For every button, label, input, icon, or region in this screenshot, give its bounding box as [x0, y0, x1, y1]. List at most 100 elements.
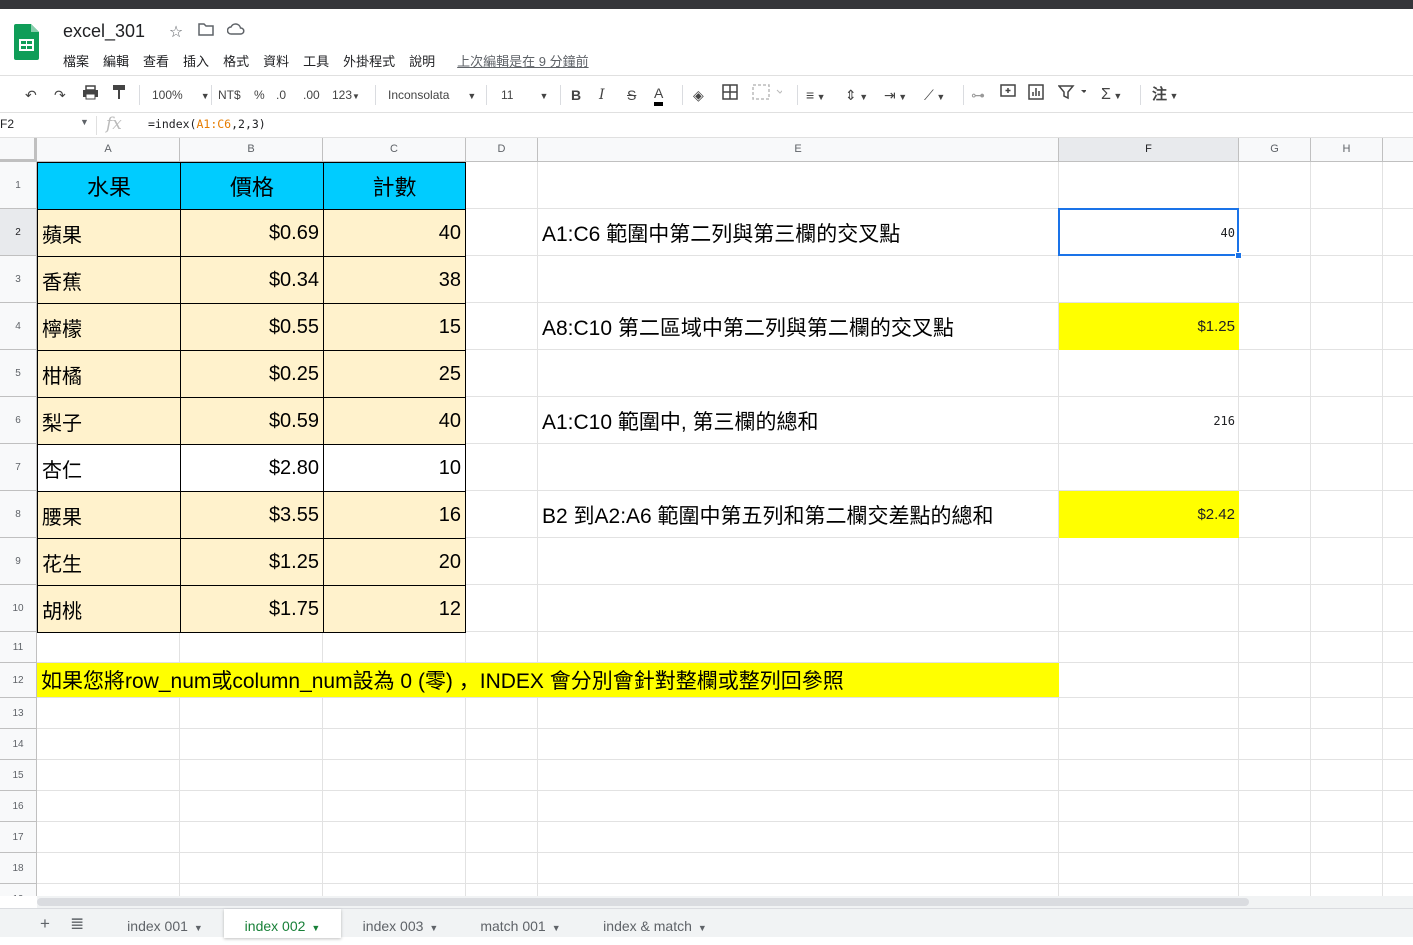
row-header-14[interactable]: 14 — [0, 729, 37, 760]
sheet-tab-index-002[interactable]: index 002 ▼ — [224, 909, 341, 938]
table-header-price[interactable]: 價格 — [180, 162, 324, 210]
row-header-8[interactable]: 8 — [0, 491, 37, 538]
row-header-2[interactable]: 2 — [0, 209, 37, 256]
table-header-fruit[interactable]: 水果 — [37, 162, 181, 210]
count-cell[interactable]: 40 — [323, 397, 466, 445]
count-cell[interactable]: 40 — [323, 209, 466, 257]
row-header-19[interactable]: 19 — [0, 884, 37, 896]
column-header-d[interactable]: D — [466, 138, 538, 162]
spreadsheet-grid[interactable]: A B C D E F G H 1 2 3 4 5 6 7 8 9 10 11 … — [0, 138, 1413, 896]
fruit-name-cell[interactable]: 蘋果 — [37, 209, 181, 257]
functions-button[interactable]: Σ ▼ — [1101, 84, 1122, 106]
sheet-tab-index-003[interactable]: index 003 ▼ — [342, 909, 459, 938]
column-header-f[interactable]: F — [1059, 138, 1239, 162]
borders-icon[interactable] — [722, 84, 738, 106]
fruit-name-cell[interactable]: 香蕉 — [37, 256, 181, 304]
count-cell[interactable]: 12 — [323, 585, 466, 633]
all-sheets-icon[interactable]: ≣ — [70, 914, 84, 934]
example-label[interactable]: B2 到A2:A6 範圍中第五列和第二欄交差點的總和 — [538, 491, 994, 538]
fruit-name-cell[interactable]: 梨子 — [37, 397, 181, 445]
zoom-select[interactable]: 100% ▼ — [152, 84, 210, 106]
price-cell[interactable]: $0.69 — [180, 209, 324, 257]
percent-button[interactable]: % — [254, 84, 265, 106]
name-box[interactable]: F2 ▼ — [0, 117, 92, 131]
fruit-name-cell[interactable]: 柑橘 — [37, 350, 181, 398]
example-label[interactable]: A8:C10 第二區域中第二列與第二欄的交叉點 — [538, 303, 954, 350]
row-header-15[interactable]: 15 — [0, 760, 37, 791]
merge-cells-icon[interactable] — [752, 84, 784, 106]
text-rotation-icon[interactable]: ⟋ ▼ — [924, 84, 945, 106]
strikethrough-button[interactable]: S — [627, 84, 636, 106]
row-header-16[interactable]: 16 — [0, 791, 37, 822]
price-cell[interactable]: $0.25 — [180, 350, 324, 398]
insert-link-icon[interactable]: ⊶ — [971, 84, 985, 106]
decrease-decimal-button[interactable]: .0 — [276, 84, 286, 106]
menu-file[interactable]: 檔案 — [63, 51, 89, 70]
fruit-name-cell[interactable]: 杏仁 — [37, 444, 181, 492]
row-header-9[interactable]: 9 — [0, 538, 37, 585]
row-header-4[interactable]: 4 — [0, 303, 37, 350]
column-header-g[interactable]: G — [1239, 138, 1311, 162]
row-header-17[interactable]: 17 — [0, 822, 37, 853]
redo-icon[interactable]: ↷ — [54, 84, 66, 106]
fruit-name-cell[interactable]: 檸檬 — [37, 303, 181, 351]
column-header-b[interactable]: B — [180, 138, 323, 162]
price-cell[interactable]: $0.34 — [180, 256, 324, 304]
menu-tools[interactable]: 工具 — [303, 51, 329, 70]
count-cell[interactable]: 20 — [323, 538, 466, 586]
horizontal-align-icon[interactable]: ≡ ▼ — [806, 84, 826, 106]
column-header-e[interactable]: E — [538, 138, 1059, 162]
last-edit-link[interactable]: 上次編輯是在 9 分鐘前 — [457, 51, 588, 70]
row-header-6[interactable]: 6 — [0, 397, 37, 444]
menu-addons[interactable]: 外掛程式 — [343, 51, 395, 70]
example-value[interactable]: $1.25 — [1059, 303, 1239, 350]
note-cell[interactable]: 如果您將row_num或column_num設為 0 (零) ，INDEX 會分… — [37, 663, 1059, 697]
menu-view[interactable]: 查看 — [143, 51, 169, 70]
fruit-name-cell[interactable]: 腰果 — [37, 491, 181, 539]
menu-help[interactable]: 說明 — [409, 51, 435, 70]
example-value[interactable]: 216 — [1059, 397, 1239, 444]
text-color-button[interactable]: A — [654, 84, 664, 106]
star-icon[interactable]: ☆ — [166, 22, 186, 42]
sheet-tab-index-match[interactable]: index & match ▼ — [582, 909, 728, 938]
table-header-count[interactable]: 計數 — [323, 162, 466, 210]
row-header-13[interactable]: 13 — [0, 698, 37, 729]
count-cell[interactable]: 25 — [323, 350, 466, 398]
italic-button[interactable]: I — [599, 84, 605, 106]
horizontal-scrollbar[interactable] — [37, 896, 1413, 908]
sheet-tab-match-001[interactable]: match 001 ▼ — [460, 909, 581, 938]
active-cell-selection[interactable] — [1058, 208, 1239, 256]
row-header-1[interactable]: 1 — [0, 162, 37, 209]
insert-comment-icon[interactable] — [1000, 84, 1016, 106]
row-header-7[interactable]: 7 — [0, 444, 37, 491]
insert-chart-icon[interactable] — [1028, 84, 1044, 106]
document-title[interactable]: excel_301 — [63, 21, 145, 42]
scrollbar-thumb[interactable] — [37, 898, 1249, 906]
example-label[interactable]: A1:C10 範圍中, 第三欄的總和 — [538, 397, 819, 444]
column-header-h[interactable]: H — [1311, 138, 1383, 162]
count-cell[interactable]: 15 — [323, 303, 466, 351]
price-cell[interactable]: $0.59 — [180, 397, 324, 445]
row-header-12[interactable]: 12 — [0, 663, 37, 698]
sheets-logo-icon[interactable] — [14, 24, 39, 60]
cloud-status-icon[interactable] — [226, 22, 246, 42]
example-value[interactable]: $2.42 — [1059, 491, 1239, 538]
select-all-corner[interactable] — [0, 138, 37, 162]
price-cell[interactable]: $1.25 — [180, 538, 324, 586]
font-size-select[interactable]: 11 ▼ — [501, 84, 548, 106]
menu-format[interactable]: 格式 — [223, 51, 249, 70]
undo-icon[interactable]: ↶ — [25, 84, 37, 106]
example-label[interactable]: A1:C6 範圍中第二列與第三欄的交叉點 — [538, 209, 900, 256]
row-header-11[interactable]: 11 — [0, 632, 37, 663]
price-cell[interactable]: $3.55 — [180, 491, 324, 539]
input-tools-button[interactable]: 注 ▼ — [1152, 84, 1178, 106]
price-cell[interactable]: $1.75 — [180, 585, 324, 633]
menu-edit[interactable]: 編輯 — [103, 51, 129, 70]
fill-handle[interactable] — [1235, 252, 1242, 259]
font-select[interactable]: Inconsolata ▼ — [388, 84, 476, 106]
vertical-align-icon[interactable]: ⇕ ▼ — [845, 84, 868, 106]
column-header-c[interactable]: C — [323, 138, 466, 162]
filter-icon[interactable] — [1057, 84, 1087, 106]
count-cell[interactable]: 16 — [323, 491, 466, 539]
bold-button[interactable]: B — [571, 84, 581, 106]
